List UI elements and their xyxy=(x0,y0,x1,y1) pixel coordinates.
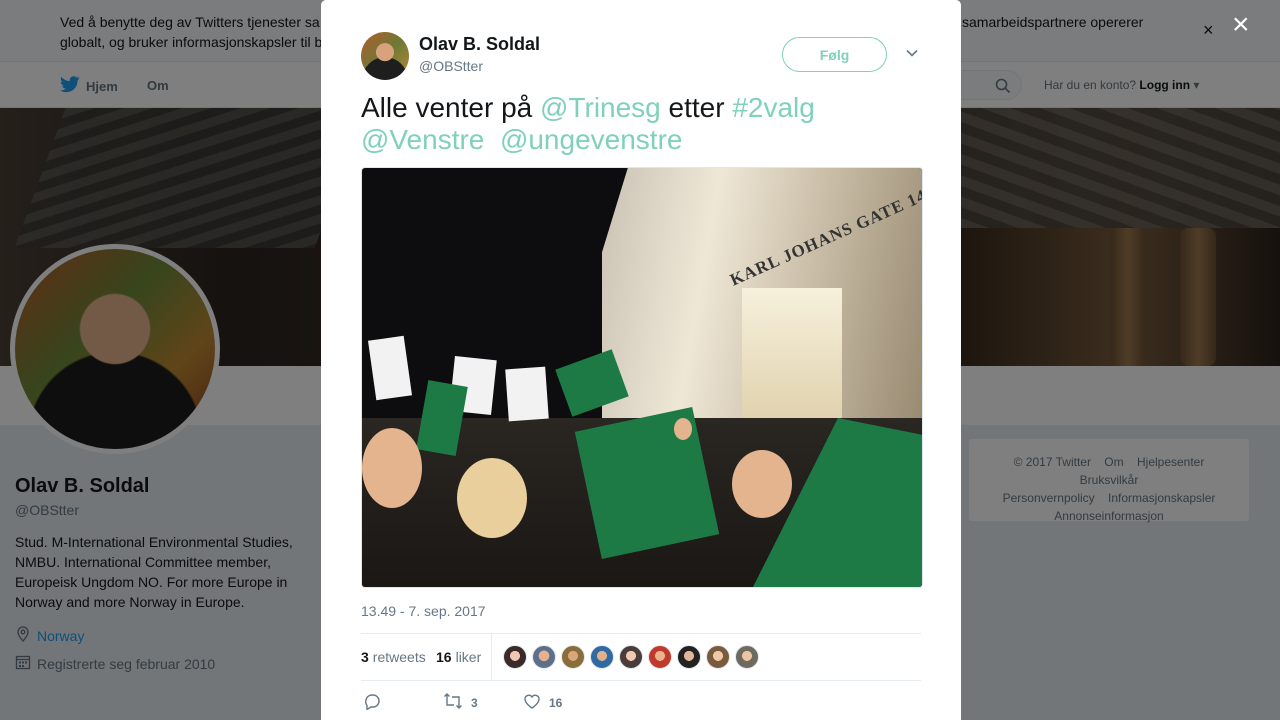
tweet-timestamp[interactable]: 13.49 - 7. sep. 2017 xyxy=(361,603,486,619)
like-button[interactable]: 16 xyxy=(523,692,562,713)
like-heart-icon xyxy=(523,692,541,713)
liker-avatar[interactable] xyxy=(677,645,701,669)
tweet-modal: Olav B. Soldal @OBStter Følg Alle venter… xyxy=(321,0,961,720)
tweet-stats: 3 retweets 16 liker xyxy=(361,633,921,681)
likes-stat[interactable]: 16 liker xyxy=(436,649,481,665)
retweets-stat[interactable]: 3 retweets xyxy=(361,649,426,665)
follow-button[interactable]: Følg xyxy=(782,37,887,72)
tweet-text-plain: etter xyxy=(660,92,733,123)
photo-sign-paper xyxy=(505,366,549,422)
retweet-icon xyxy=(443,692,463,713)
liker-avatar[interactable] xyxy=(619,645,643,669)
liker-avatar[interactable] xyxy=(648,645,672,669)
liker-avatar[interactable] xyxy=(590,645,614,669)
photo-person xyxy=(674,418,692,440)
tweet-photo[interactable]: KARL JOHANS GATE 14 xyxy=(361,167,923,588)
liker-avatar[interactable] xyxy=(503,645,527,669)
likers-avatars xyxy=(503,645,759,669)
author-avatar[interactable] xyxy=(361,32,409,80)
photo-sign-paper xyxy=(367,335,413,401)
retweets-label: retweets xyxy=(372,649,426,665)
author-name[interactable]: Olav B. Soldal xyxy=(419,34,540,55)
stats-divider xyxy=(491,634,492,681)
mention-link[interactable]: @ungevenstre xyxy=(500,124,683,155)
close-icon[interactable]: × xyxy=(1232,10,1250,40)
author-handle[interactable]: @OBStter xyxy=(419,58,483,74)
mention-link[interactable]: @Venstre xyxy=(361,124,484,155)
mention-link[interactable]: @Trinesg xyxy=(540,92,661,123)
likes-label: liker xyxy=(455,649,482,665)
like-count: 16 xyxy=(549,695,563,710)
liker-avatar[interactable] xyxy=(735,645,759,669)
retweet-button[interactable]: 3 xyxy=(443,692,478,713)
liker-avatar[interactable] xyxy=(532,645,556,669)
tweet-actions: 3 16 xyxy=(361,692,921,712)
reply-icon xyxy=(363,692,381,713)
chevron-down-icon[interactable] xyxy=(905,46,919,65)
photo-person xyxy=(362,428,422,508)
photo-person xyxy=(732,450,792,518)
retweet-count: 3 xyxy=(471,695,478,710)
reply-button[interactable] xyxy=(363,692,381,713)
hashtag-link[interactable]: #2valg xyxy=(732,92,815,123)
tweet-text-plain: Alle venter på xyxy=(361,92,540,123)
liker-avatar[interactable] xyxy=(706,645,730,669)
photo-person xyxy=(457,458,527,538)
retweets-count: 3 xyxy=(361,649,369,665)
tweet-text: Alle venter på @Trinesg etter #2valg @Ve… xyxy=(361,92,921,156)
liker-avatar[interactable] xyxy=(561,645,585,669)
likes-count: 16 xyxy=(436,649,452,665)
